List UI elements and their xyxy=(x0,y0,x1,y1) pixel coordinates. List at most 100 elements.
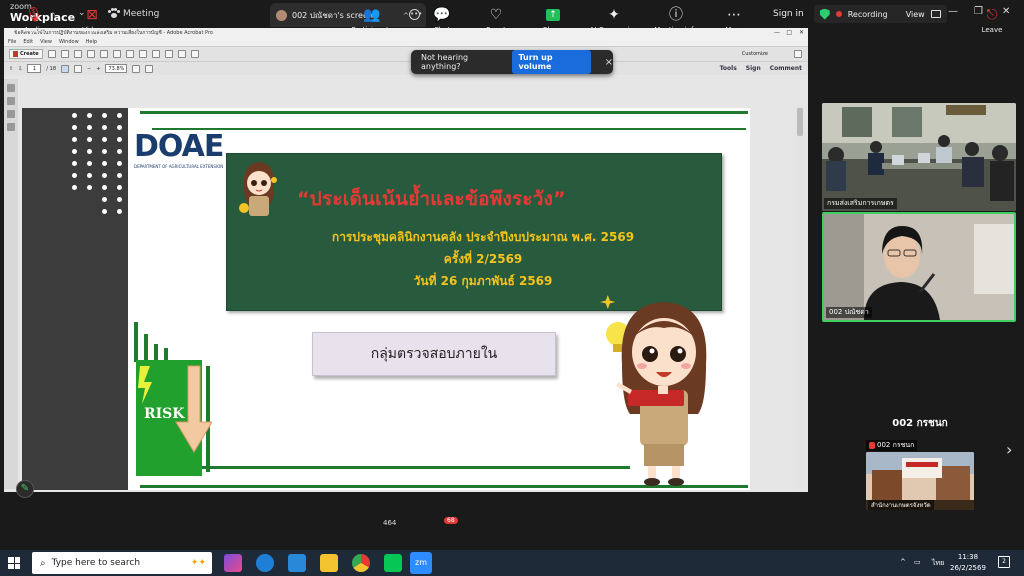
avatar xyxy=(276,9,287,21)
react-button[interactable]: ♡ React xyxy=(466,6,526,34)
highlight-icon[interactable] xyxy=(125,50,134,58)
attach-icon[interactable] xyxy=(151,50,160,58)
slide-dot-pattern xyxy=(72,113,128,223)
shield-check-icon[interactable] xyxy=(819,8,830,20)
mail-icon[interactable] xyxy=(288,554,306,572)
document-scrollbar[interactable] xyxy=(796,106,804,490)
chat-button[interactable]: 💬 Chat xyxy=(412,6,472,34)
notification-center-icon[interactable]: 2 xyxy=(998,556,1010,568)
settings-icon[interactable] xyxy=(794,50,802,58)
ai-companion-button[interactable]: ✦ AI Companion xyxy=(584,6,644,34)
meeting-info-button[interactable]: ⓘ Meeting info xyxy=(646,6,706,34)
taskbar-clock[interactable]: 11:38 26/2/2569 xyxy=(950,552,986,574)
upload-icon[interactable] xyxy=(73,50,82,58)
close-icon[interactable]: ✕ xyxy=(799,28,804,38)
chat-unread-badge: 68 xyxy=(444,517,458,524)
input-language[interactable]: ไทย xyxy=(932,558,944,569)
decorative-dot xyxy=(102,173,107,178)
zoom-app-icon[interactable]: zm xyxy=(410,552,432,574)
pages-icon[interactable] xyxy=(7,84,15,92)
tray-overflow-chevron-icon[interactable]: ^ xyxy=(900,558,906,566)
sign-icon[interactable] xyxy=(164,50,173,58)
zoom-level-input[interactable]: 73.8% xyxy=(105,64,128,73)
print-icon[interactable] xyxy=(86,50,95,58)
fit-width-icon[interactable] xyxy=(145,64,154,73)
chevron-right-icon[interactable]: › xyxy=(1006,440,1012,459)
email-icon[interactable] xyxy=(99,50,108,58)
hand-tool-icon[interactable] xyxy=(74,64,83,73)
next-page-icon[interactable]: ⇩ xyxy=(18,66,22,72)
edit-icon[interactable] xyxy=(177,50,186,58)
decorative-dot xyxy=(102,197,107,202)
sign-in-button[interactable]: Sign in xyxy=(763,9,814,19)
audio-options-chevron-icon[interactable]: ^ xyxy=(50,12,56,20)
share-button[interactable]: ↑ Share xyxy=(523,6,583,34)
annotate-pencil-icon[interactable]: ✎ xyxy=(16,480,34,498)
file-explorer-icon[interactable] xyxy=(320,554,338,572)
copilot-icon[interactable] xyxy=(224,554,242,572)
decorative-dot xyxy=(117,149,122,154)
tools-pane-button[interactable]: Tools xyxy=(720,65,737,72)
sign-pane-button[interactable]: Sign xyxy=(746,65,761,72)
decorative-dot xyxy=(72,161,77,166)
recording-label[interactable]: Recording xyxy=(848,10,888,19)
menu-file[interactable]: File xyxy=(8,38,16,46)
menu-view[interactable]: View xyxy=(40,38,52,46)
decorative-dot xyxy=(102,125,107,130)
bookmarks-icon[interactable] xyxy=(7,97,15,105)
video-tile-active-speaker[interactable]: 002 ปณัชดา xyxy=(822,212,1016,322)
video-tile-office[interactable]: กรมส่งเสริมการเกษตร xyxy=(822,103,1016,211)
save-icon[interactable] xyxy=(60,50,69,58)
comment-icon[interactable] xyxy=(112,50,121,58)
signatures-icon[interactable] xyxy=(7,123,15,131)
leave-button[interactable]: ⎋ Leave xyxy=(962,6,1022,34)
open-icon[interactable] xyxy=(47,50,56,58)
line-icon[interactable] xyxy=(384,554,402,572)
slide-bottom-line xyxy=(140,466,630,469)
attachments-icon[interactable] xyxy=(7,110,15,118)
turn-up-volume-button[interactable]: Turn up volume xyxy=(512,50,591,74)
network-icon[interactable]: ▭ xyxy=(914,558,921,566)
thumbnail-label: 002 กรชนก xyxy=(866,440,918,451)
meeting-label: Meeting xyxy=(123,8,160,19)
select-tool-icon[interactable] xyxy=(61,64,70,73)
fit-page-icon[interactable] xyxy=(132,64,141,73)
minimize-icon[interactable]: — xyxy=(774,28,780,38)
edge-icon[interactable] xyxy=(256,554,274,572)
stamp-icon[interactable] xyxy=(138,50,147,58)
menu-help[interactable]: Help xyxy=(86,38,97,46)
audio-button[interactable]: 🎙 Audio xyxy=(4,6,64,34)
menu-edit[interactable]: Edit xyxy=(23,38,33,46)
view-layout-icon[interactable] xyxy=(930,10,941,18)
taskbar-search[interactable]: ⌕ Type here to search ✦✦ xyxy=(32,552,212,574)
participants-options-chevron-icon[interactable]: ^ xyxy=(403,12,409,20)
camera-off-icon: ⊠ xyxy=(86,7,98,23)
more-button[interactable]: ⋯ More xyxy=(704,6,764,34)
zoom-out-icon[interactable]: − xyxy=(87,66,91,72)
zoom-in-icon[interactable]: + xyxy=(96,66,100,72)
page-number-input[interactable]: 1 xyxy=(27,64,42,73)
windows-start-icon[interactable] xyxy=(8,557,20,569)
prev-page-icon[interactable]: ⇧ xyxy=(9,66,13,72)
decorative-dot xyxy=(117,113,122,118)
more-dots-icon: ⋯ xyxy=(727,7,741,23)
minimize-icon[interactable]: — xyxy=(948,6,958,17)
thumb-name: 002 กรชนก xyxy=(877,441,915,449)
toast-close-icon[interactable]: × xyxy=(605,57,613,68)
participants-button[interactable]: 👥 Participants xyxy=(342,6,402,34)
chat-label: Chat xyxy=(433,26,451,34)
restore-icon[interactable]: □ xyxy=(786,28,792,38)
react-label: React xyxy=(486,26,506,34)
view-button[interactable]: View xyxy=(906,10,925,19)
video-button[interactable]: ⊠ Video xyxy=(62,6,122,34)
acrobat-panels: Tools Sign Comment xyxy=(720,65,802,72)
scrollbar-thumb[interactable] xyxy=(797,108,803,136)
customize-dropdown[interactable]: Customize xyxy=(742,51,768,57)
video-tile-thumbnail[interactable]: สำนักงานเกษตรจังหวัด xyxy=(866,452,974,512)
chrome-icon[interactable] xyxy=(352,554,370,572)
participants-label: Participants xyxy=(351,26,393,34)
create-button[interactable]: Create xyxy=(9,49,43,59)
comment-pane-button[interactable]: Comment xyxy=(770,65,802,72)
menu-window[interactable]: Window xyxy=(59,38,79,46)
export-icon[interactable] xyxy=(190,50,199,58)
